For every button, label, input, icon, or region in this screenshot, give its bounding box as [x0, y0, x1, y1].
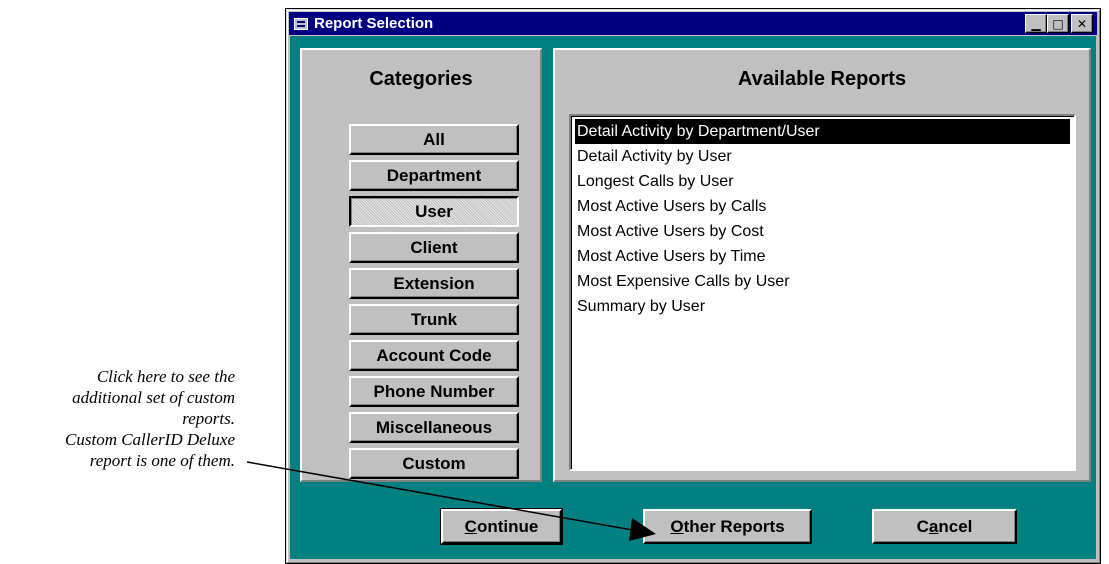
category-department-button[interactable]: Department — [349, 160, 519, 191]
close-icon: ✕ — [1076, 16, 1088, 31]
report-list-item[interactable]: Summary by User — [575, 294, 1070, 319]
category-trunk-button[interactable]: Trunk — [349, 304, 519, 335]
category-user-button[interactable]: User — [349, 196, 519, 227]
window-title: Report Selection — [314, 15, 434, 32]
maximize-button[interactable]: □ — [1047, 14, 1069, 33]
category-account-code-button[interactable]: Account Code — [349, 340, 519, 371]
maximize-icon: □ — [1052, 16, 1064, 31]
annotation-line: additional set of custom — [72, 388, 235, 407]
title-bar[interactable]: Report Selection ▁ □ ✕ — [289, 12, 1097, 35]
annotation-line: Click here to see the — [96, 367, 235, 386]
annotation-line: reports. — [182, 409, 235, 428]
category-client-button[interactable]: Client — [349, 232, 519, 263]
cancel-label-rest: ncel — [938, 516, 973, 536]
report-list-item[interactable]: Detail Activity by User — [575, 144, 1070, 169]
report-list-item[interactable]: Most Active Users by Time — [575, 244, 1070, 269]
close-button[interactable]: ✕ — [1071, 14, 1093, 33]
other-reports-button[interactable]: Other Reports — [643, 509, 812, 544]
category-custom-button[interactable]: Custom — [349, 448, 519, 479]
dialog-client-area: Categories All Department User Client Ex… — [290, 36, 1096, 559]
report-selection-window: Report Selection ▁ □ ✕ Categories All De… — [285, 8, 1101, 564]
cancel-button[interactable]: Cancel — [872, 509, 1017, 544]
annotation-line: report is one of them. — [89, 451, 235, 470]
report-list-item[interactable]: Most Active Users by Cost — [575, 219, 1070, 244]
report-list-item[interactable]: Most Active Users by Calls — [575, 194, 1070, 219]
window-menu-icon[interactable] — [294, 17, 308, 30]
reports-listbox[interactable]: Detail Activity by Department/User Detai… — [569, 114, 1076, 471]
category-phone-number-button[interactable]: Phone Number — [349, 376, 519, 407]
other-reports-label-rest: ther Reports — [683, 516, 785, 536]
category-miscellaneous-button[interactable]: Miscellaneous — [349, 412, 519, 443]
cancel-mnemonic: a — [928, 516, 939, 536]
annotation-text: Click here to see the additional set of … — [0, 366, 235, 471]
report-list-item[interactable]: Most Expensive Calls by User — [575, 269, 1070, 294]
report-list-item[interactable]: Longest Calls by User — [575, 169, 1070, 194]
minimize-icon: ▁ — [1031, 16, 1041, 31]
categories-heading: Categories — [369, 68, 473, 90]
category-extension-button[interactable]: Extension — [349, 268, 519, 299]
continue-mnemonic: C — [464, 516, 477, 536]
categories-panel: Categories All Department User Client Ex… — [300, 48, 542, 482]
cancel-button-label: Cancel — [917, 517, 973, 537]
cancel-label-start: C — [916, 516, 929, 536]
reports-panel: Available Reports Detail Activity by Dep… — [553, 48, 1091, 482]
continue-button[interactable]: Continue — [440, 508, 563, 545]
category-all-button[interactable]: All — [349, 124, 519, 155]
annotation-line: Custom CallerID Deluxe — [65, 430, 235, 449]
other-reports-mnemonic: O — [670, 516, 684, 536]
continue-button-label: Continue — [465, 517, 539, 537]
report-list-item[interactable]: Detail Activity by Department/User — [575, 119, 1070, 144]
continue-label-rest: ontinue — [476, 516, 539, 536]
window-controls: ▁ □ ✕ — [1025, 14, 1093, 33]
other-reports-button-label: Other Reports — [670, 517, 784, 537]
reports-heading: Available Reports — [737, 68, 907, 90]
minimize-button[interactable]: ▁ — [1025, 14, 1047, 33]
